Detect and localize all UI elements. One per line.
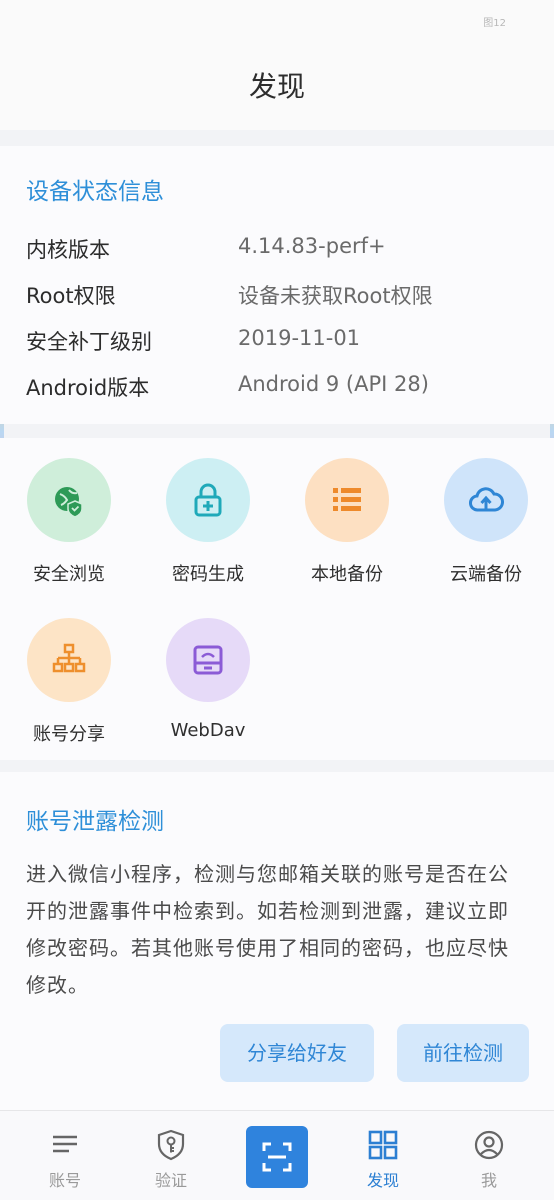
leak-check-card: 账号泄露检测 进入微信小程序，检测与您邮箱关联的账号是否在公开的泄露事件中检索到… bbox=[0, 772, 554, 1110]
tool-safe-browsing[interactable]: 安全浏览 bbox=[8, 438, 128, 585]
info-row-android: Android版本 Android 9 (API 28) bbox=[0, 364, 554, 410]
tool-label: 密码生成 bbox=[172, 564, 244, 585]
tool-cloud-backup[interactable]: 云端备份 bbox=[425, 438, 545, 585]
info-row-patch: 安全补丁级别 2019-11-01 bbox=[0, 318, 554, 364]
info-label: Android版本 bbox=[26, 376, 150, 400]
discover-page: 图12 发现 设备状态信息 内核版本 4.14.83-perf+ Root权限 … bbox=[0, 0, 554, 1200]
tool-icon-circle bbox=[305, 458, 389, 542]
nav-item-discover[interactable]: 发现 bbox=[328, 1111, 438, 1200]
nav-item-accounts[interactable]: 账号 bbox=[10, 1111, 120, 1200]
nav-item-verify[interactable]: 验证 bbox=[116, 1111, 226, 1200]
tool-icon-circle bbox=[166, 458, 250, 542]
tool-icon-circle bbox=[166, 618, 250, 702]
info-value: 4.14.83-perf+ bbox=[238, 234, 386, 258]
tool-webdav[interactable]: WebDav bbox=[147, 598, 267, 741]
scan-button[interactable] bbox=[246, 1126, 308, 1188]
info-label: Root权限 bbox=[26, 284, 116, 308]
user-circle-icon bbox=[474, 1130, 504, 1160]
info-row-root: Root权限 设备未获取Root权限 bbox=[0, 272, 554, 318]
tool-icon-circle bbox=[27, 618, 111, 702]
device-info-card: 设备状态信息 内核版本 4.14.83-perf+ Root权限 设备未获取Ro… bbox=[0, 146, 554, 424]
nav-label: 验证 bbox=[154, 1171, 187, 1190]
tool-label: WebDav bbox=[170, 720, 246, 741]
leak-check-title: 账号泄露检测 bbox=[26, 809, 164, 835]
tool-account-share[interactable]: 账号分享 bbox=[8, 598, 128, 745]
info-value: 2019-11-01 bbox=[238, 326, 361, 350]
nav-label: 发现 bbox=[366, 1171, 399, 1190]
tool-icon-circle bbox=[444, 458, 528, 542]
tool-local-backup[interactable]: 本地备份 bbox=[286, 438, 406, 585]
go-check-button[interactable]: 前往检测 bbox=[397, 1024, 529, 1082]
info-row-kernel: 内核版本 4.14.83-perf+ bbox=[0, 226, 554, 272]
page-title: 发现 bbox=[248, 70, 305, 103]
tool-label: 账号分享 bbox=[33, 724, 105, 745]
nav-label: 我 bbox=[480, 1171, 497, 1190]
menu-lines-icon bbox=[53, 1135, 77, 1153]
tool-icon-circle bbox=[27, 458, 111, 542]
share-tree-icon bbox=[52, 643, 86, 673]
nav-item-me[interactable]: 我 bbox=[434, 1111, 544, 1200]
drive-icon bbox=[193, 645, 223, 675]
scan-icon bbox=[262, 1142, 292, 1172]
nav-label: 账号 bbox=[48, 1171, 81, 1190]
tools-card: 安全浏览 密码生成 本地备份 云端备份 账号分享 WebDav bbox=[0, 438, 554, 760]
info-label: 内核版本 bbox=[26, 238, 110, 262]
header: 发现 bbox=[0, 44, 554, 130]
share-to-friends-button[interactable]: 分享给好友 bbox=[220, 1024, 374, 1082]
cloud-upload-icon bbox=[469, 487, 504, 512]
status-bar: 图12 bbox=[0, 0, 554, 44]
tool-password-generator[interactable]: 密码生成 bbox=[147, 438, 267, 585]
info-label: 安全补丁级别 bbox=[26, 330, 152, 354]
status-text: 图12 bbox=[483, 18, 506, 29]
tool-label: 云端备份 bbox=[450, 564, 522, 585]
shield-key-icon bbox=[157, 1129, 185, 1161]
list-icon bbox=[333, 488, 361, 511]
device-info-title: 设备状态信息 bbox=[26, 179, 164, 205]
shield-globe-icon bbox=[55, 487, 83, 518]
info-value: 设备未获取Root权限 bbox=[238, 284, 433, 308]
leak-check-description: 进入微信小程序，检测与您邮箱关联的账号是否在公开的泄露事件中检索到。如若检测到泄… bbox=[26, 862, 509, 997]
tool-label: 安全浏览 bbox=[33, 564, 105, 585]
grid-icon bbox=[368, 1130, 398, 1160]
tool-label: 本地备份 bbox=[311, 564, 383, 585]
info-value: Android 9 (API 28) bbox=[238, 372, 429, 396]
lock-plus-icon bbox=[194, 483, 222, 517]
